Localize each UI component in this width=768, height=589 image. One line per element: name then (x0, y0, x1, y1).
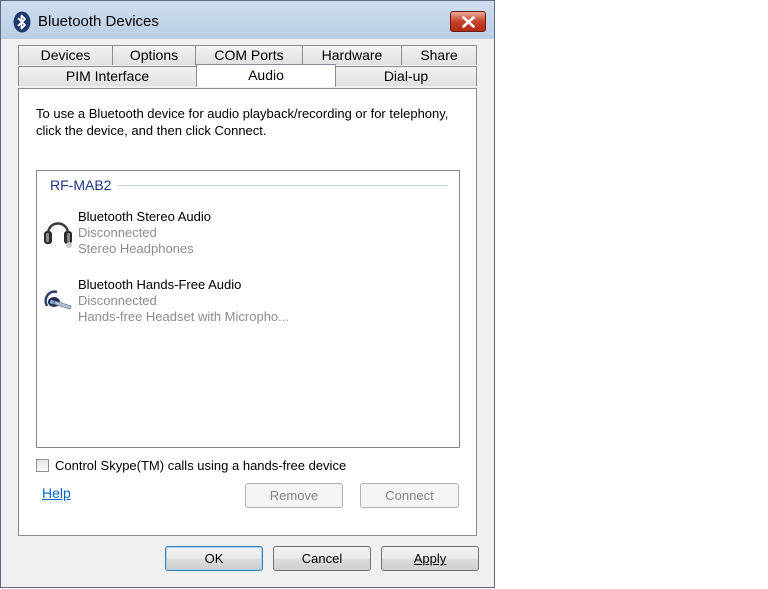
title-bar[interactable]: Bluetooth Devices (1, 1, 494, 39)
close-icon (462, 16, 475, 28)
ok-button[interactable]: OK (165, 546, 263, 571)
audio-tab-panel: To use a Bluetooth device for audio play… (18, 88, 477, 536)
list-item-stereo-audio[interactable]: Bluetooth Stereo Audio Disconnected Ster… (41, 209, 441, 261)
list-item-hands-free-audio[interactable]: Bluetooth Hands-Free Audio Disconnected … (41, 277, 441, 329)
skype-checkbox[interactable] (36, 459, 49, 472)
device-status: Disconnected (78, 225, 157, 240)
tab-com-ports[interactable]: COM Ports (195, 45, 303, 65)
tab-dial-up[interactable]: Dial-up (335, 66, 477, 86)
tab-hardware[interactable]: Hardware (302, 45, 402, 65)
tab-options[interactable]: Options (112, 45, 196, 65)
dialog-client: Devices Options COM Ports Hardware Share… (8, 39, 488, 585)
tab-share[interactable]: Share (401, 45, 477, 65)
headset-icon (41, 282, 75, 316)
remove-button[interactable]: Remove (245, 483, 343, 508)
help-link[interactable]: Help (42, 485, 71, 501)
window-title: Bluetooth Devices (38, 13, 159, 30)
device-list[interactable]: RF-MAB2 Bluetooth Stereo Audio Disconnec… (36, 170, 460, 448)
device-type: Stereo Headphones (78, 241, 194, 256)
tab-devices[interactable]: Devices (18, 45, 113, 65)
device-type: Hands-free Headset with Micropho... (78, 309, 289, 324)
apply-button-label: Apply (413, 551, 447, 566)
device-name: Bluetooth Stereo Audio (78, 209, 211, 224)
skype-checkbox-label[interactable]: Control Skype(TM) calls using a hands-fr… (55, 458, 346, 473)
group-divider (117, 185, 448, 186)
device-name: Bluetooth Hands-Free Audio (78, 277, 242, 292)
device-group-header: RF-MAB2 (50, 177, 112, 193)
apply-button[interactable]: Apply (381, 546, 479, 571)
tab-audio[interactable]: Audio (196, 64, 336, 87)
connect-button[interactable]: Connect (360, 483, 459, 508)
device-status: Disconnected (78, 293, 157, 308)
audio-description: To use a Bluetooth device for audio play… (36, 106, 449, 138)
headphones-icon (41, 214, 75, 248)
bluetooth-devices-window: Bluetooth Devices Devices Options COM Po… (0, 0, 495, 588)
cancel-button[interactable]: Cancel (273, 546, 371, 571)
tab-pim-interface[interactable]: PIM Interface (18, 66, 197, 86)
bluetooth-icon (13, 11, 31, 33)
close-button[interactable] (450, 11, 486, 32)
